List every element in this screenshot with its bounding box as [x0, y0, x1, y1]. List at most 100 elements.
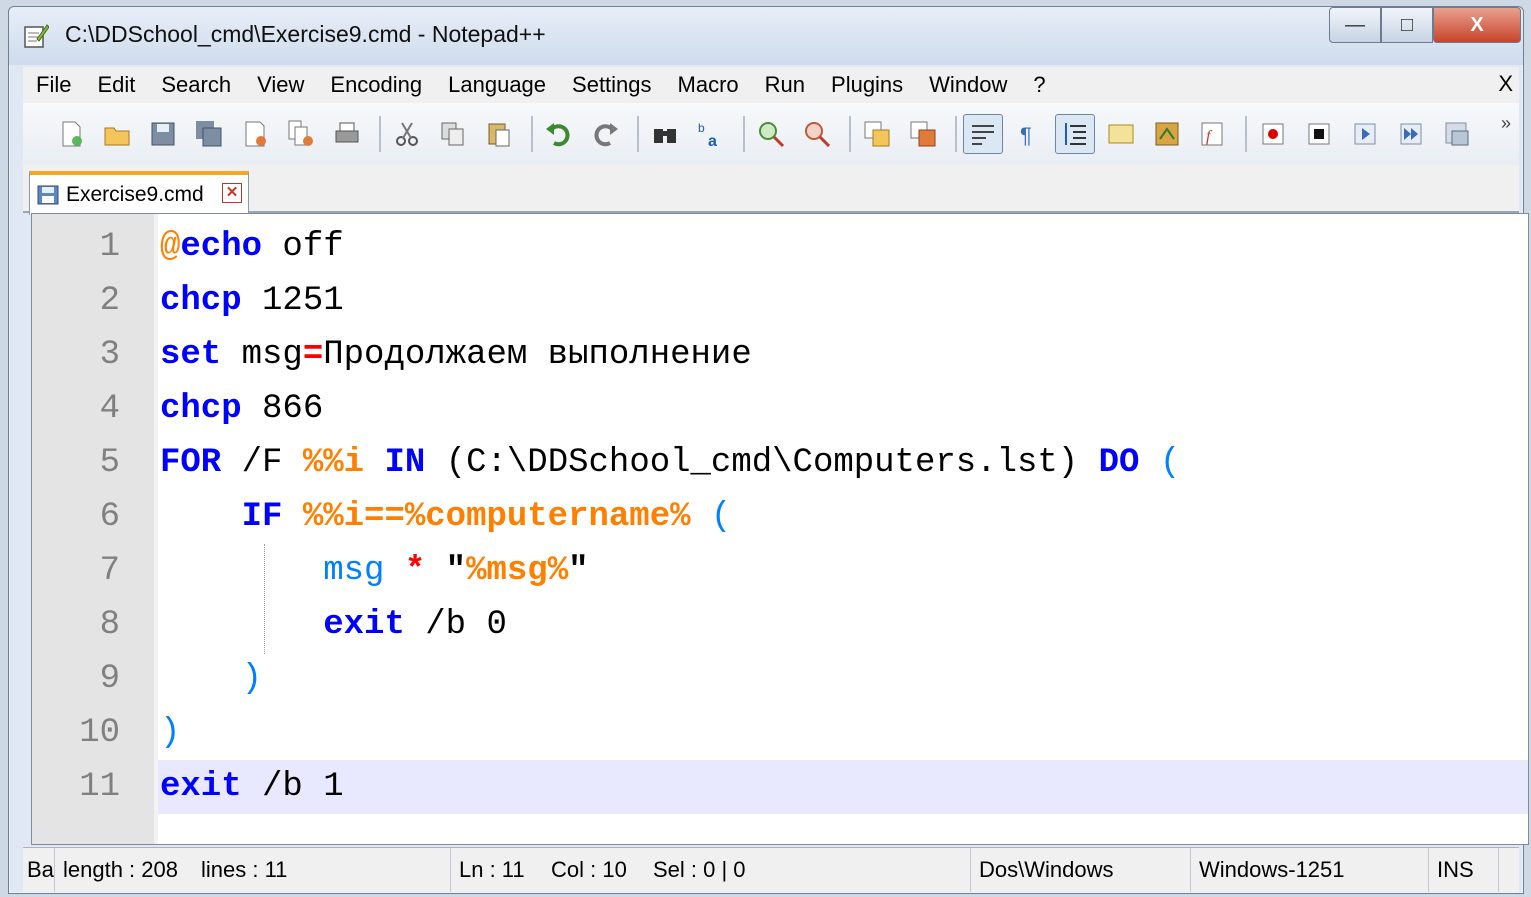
window-controls: — □ X: [1329, 7, 1521, 43]
toolbar: ba ¶ f »: [23, 103, 1519, 165]
replace-button[interactable]: ba: [691, 114, 731, 154]
line-number: 9: [99, 660, 120, 698]
close-icon: [245, 121, 266, 147]
menu-search[interactable]: Search: [148, 72, 244, 98]
menu-edit[interactable]: Edit: [84, 72, 148, 98]
open-file-button[interactable]: [97, 114, 137, 154]
indent-guide-button[interactable]: [1055, 114, 1095, 154]
status-sel: Sel : 0 | 0: [645, 848, 971, 892]
toolbar-separator: [531, 116, 533, 152]
svg-text:a: a: [708, 133, 717, 149]
close-button[interactable]: X: [1433, 7, 1521, 43]
new-file-button[interactable]: [51, 114, 91, 154]
code-line: 9 ): [32, 652, 1528, 706]
code-text[interactable]: ): [160, 652, 262, 706]
paste-button[interactable]: [479, 114, 519, 154]
notepadpp-app-icon: [24, 24, 49, 48]
save-button[interactable]: [143, 114, 183, 154]
menu-file[interactable]: File: [23, 72, 84, 98]
line-number: 3: [99, 336, 120, 374]
menu-window[interactable]: Window: [916, 72, 1020, 98]
close-file-button[interactable]: [235, 114, 275, 154]
maximize-button[interactable]: □: [1381, 7, 1433, 43]
svg-text:b: b: [698, 121, 705, 135]
code-line: 2 chcp 1251: [32, 274, 1528, 328]
code-text[interactable]: chcp 1251: [160, 274, 344, 328]
code-line: 7 msg * "%msg%": [32, 544, 1528, 598]
code-editor[interactable]: 1 @echo off 2 chcp 1251 3 set msg=Продол…: [31, 213, 1529, 845]
menu-encoding[interactable]: Encoding: [317, 72, 435, 98]
code-text[interactable]: set msg=Продолжаем выполнение: [160, 328, 752, 382]
code-text[interactable]: chcp 866: [160, 382, 323, 436]
redo-button[interactable]: [585, 114, 625, 154]
code-line: 11 exit /b 1: [32, 760, 1528, 814]
new-file-icon: [62, 121, 82, 147]
indent-guide-icon: [1065, 123, 1086, 145]
minimize-button[interactable]: —: [1329, 7, 1381, 43]
code-line: 8 exit /b 0: [32, 598, 1528, 652]
cut-button[interactable]: [387, 114, 427, 154]
toolbar-separator: [743, 116, 745, 152]
menu-plugins[interactable]: Plugins: [818, 72, 916, 98]
menu-help[interactable]: ?: [1020, 72, 1058, 98]
minimize-icon: —: [1345, 13, 1365, 36]
zoom-out-button[interactable]: [797, 114, 837, 154]
menu-settings[interactable]: Settings: [559, 72, 665, 98]
copy-button[interactable]: [433, 114, 473, 154]
undo-button[interactable]: [539, 114, 579, 154]
code-text[interactable]: FOR /F %%i IN (C:\DDSchool_cmd\Computers…: [160, 436, 1180, 490]
toolbar-separator: [955, 116, 957, 152]
sync-horizontal-icon: [910, 121, 936, 147]
function-list-button[interactable]: f: [1193, 114, 1233, 154]
title-bar[interactable]: C:\DDSchool_cmd\Exercise9.cmd - Notepad+…: [9, 7, 1523, 65]
doc-map-button[interactable]: [1147, 114, 1187, 154]
menu-view[interactable]: View: [244, 72, 317, 98]
record-macro-icon: [1262, 123, 1284, 145]
menu-language[interactable]: Language: [435, 72, 559, 98]
find-button[interactable]: [645, 114, 685, 154]
cut-icon: [396, 122, 418, 146]
code-text[interactable]: exit /b 0: [160, 598, 507, 652]
replace-icon: ba: [698, 121, 717, 149]
status-insert-mode[interactable]: INS: [1429, 848, 1499, 892]
menu-run[interactable]: Run: [752, 72, 818, 98]
user-defined-lang-icon: [1108, 124, 1134, 144]
word-wrap-icon: [972, 125, 994, 145]
save-all-icon: [196, 121, 222, 147]
print-icon: [335, 122, 359, 143]
word-wrap-button[interactable]: [963, 114, 1003, 154]
play-macro-button[interactable]: [1345, 114, 1385, 154]
toolbar-overflow-icon[interactable]: »: [1501, 113, 1511, 134]
zoom-in-button[interactable]: [751, 114, 791, 154]
menu-macro[interactable]: Macro: [665, 72, 752, 98]
print-button[interactable]: [327, 114, 367, 154]
line-number: 5: [99, 444, 120, 482]
sync-vertical-button[interactable]: [857, 114, 897, 154]
save-all-button[interactable]: [189, 114, 229, 154]
show-all-chars-icon: ¶: [1020, 123, 1032, 148]
code-text[interactable]: @echo off: [160, 220, 344, 274]
record-macro-button[interactable]: [1253, 114, 1293, 154]
code-text[interactable]: IF %%i==%computername% (: [160, 490, 732, 544]
save-icon: [151, 122, 175, 146]
code-text[interactable]: msg * "%msg%": [160, 544, 588, 598]
status-encoding[interactable]: Windows-1251: [1191, 848, 1429, 892]
status-col: Col : 10: [551, 857, 627, 882]
code-text[interactable]: ): [160, 706, 180, 760]
line-number: 7: [99, 552, 120, 590]
status-eol[interactable]: Dos\Windows: [971, 848, 1191, 892]
code-text[interactable]: exit /b 1: [160, 760, 344, 814]
save-macro-button[interactable]: [1437, 114, 1477, 154]
tab-exercise9[interactable]: Exercise9.cmd ✕: [29, 171, 249, 215]
user-defined-lang-button[interactable]: [1101, 114, 1141, 154]
run-macro-multiple-button[interactable]: [1391, 114, 1431, 154]
close-document-button[interactable]: X: [1498, 71, 1513, 97]
tab-close-icon[interactable]: ✕: [222, 183, 242, 203]
stop-record-button[interactable]: [1299, 114, 1339, 154]
show-all-chars-button[interactable]: ¶: [1009, 114, 1049, 154]
sync-horizontal-button[interactable]: [903, 114, 943, 154]
code-line: 5 FOR /F %%i IN (C:\DDSchool_cmd\Compute…: [32, 436, 1528, 490]
open-file-icon: [104, 127, 130, 146]
sync-vertical-icon: [864, 121, 890, 147]
close-all-button[interactable]: [281, 114, 321, 154]
